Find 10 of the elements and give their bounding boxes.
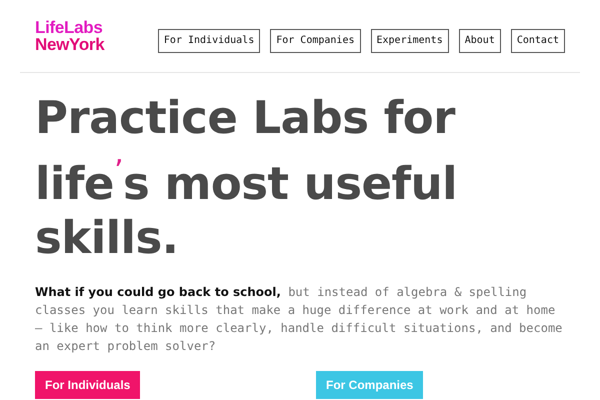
card-label[interactable]: For Individuals: [35, 371, 140, 399]
headline: Practice Labs for life$^{’}$s most useful skills.: [35, 91, 458, 265]
logo-text[interactable]: LifeLabs: [35, 19, 103, 36]
nav-link[interactable]: For Companies: [270, 29, 360, 53]
logo-text[interactable]: NewYork: [35, 36, 104, 53]
nav-link[interactable]: For Individuals: [158, 29, 260, 53]
nav-link[interactable]: Experiments: [370, 29, 449, 53]
nav-link[interactable]: Contact: [510, 29, 565, 53]
nav-link[interactable]: About: [458, 29, 501, 53]
intro-paragraph: What if you could go back to school, but instead of algebra & spelling classes you learn skills that make a huge difference at work and at home — like how to think more clearly, handle difficult situations, and become an expert problem solver?: [35, 284, 564, 355]
